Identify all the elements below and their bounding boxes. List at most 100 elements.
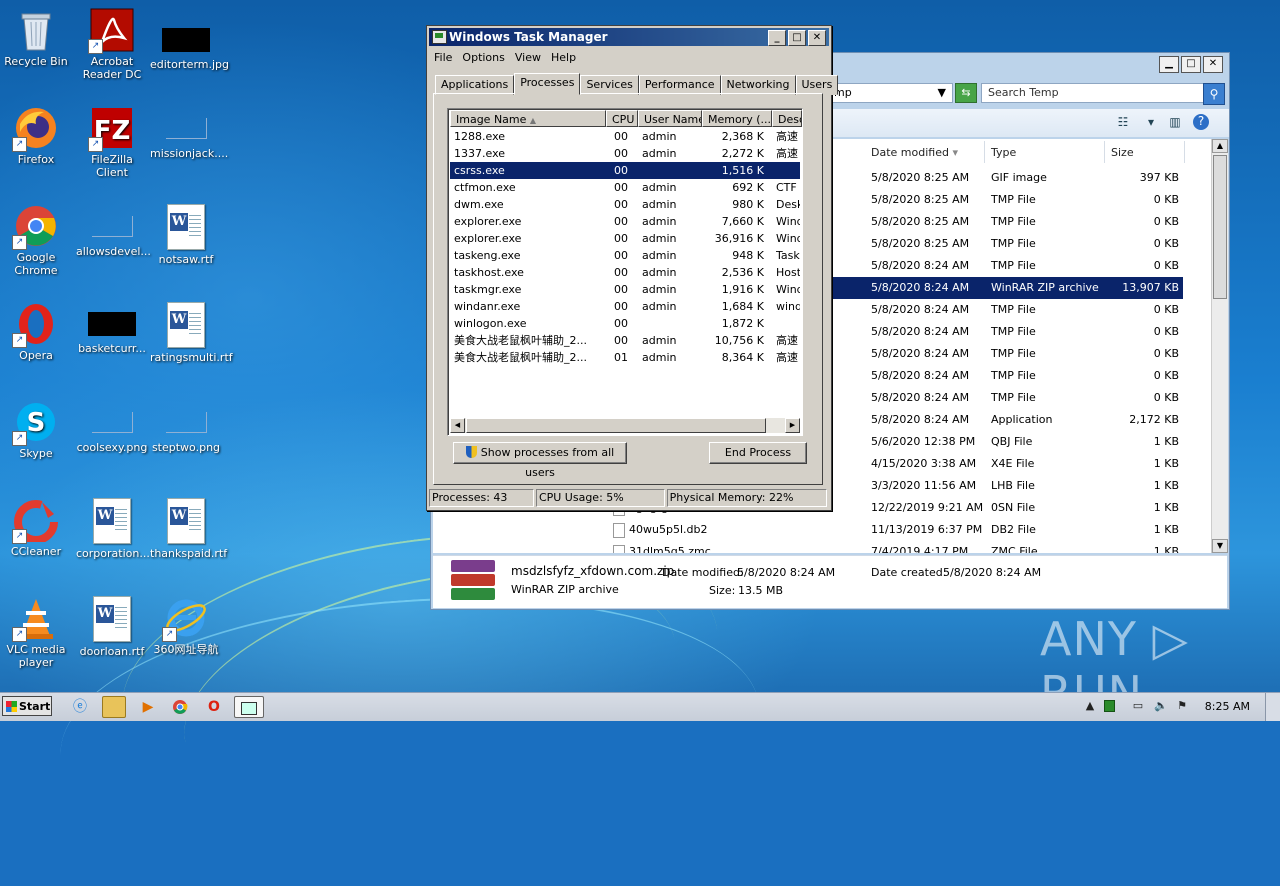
desktop-icon-steptwo[interactable]: steptwo.png [150,400,222,454]
file-row[interactable]: 5/8/2020 8:24 AM WinRAR ZIP archive 13,907… [831,277,1183,299]
search-icon[interactable]: ⚲ [1203,83,1225,105]
scroll-left-arrow-icon[interactable]: ◀ [450,418,465,433]
scrollbar-thumb[interactable] [466,418,766,433]
refresh-button[interactable]: ⇆ [955,83,977,103]
process-memory: 2,272 K [721,147,764,160]
action-center-flag-icon[interactable]: ⚑ [1176,700,1188,712]
process-row[interactable]: windanr.exe 00 admin 1,684 K wind [450,298,800,315]
tray-app-icon[interactable] [1104,700,1115,712]
task-manager-titlebar[interactable]: Windows Task Manager _ □ ✕ [429,28,829,46]
start-button[interactable]: Start [2,696,52,716]
column-header-cpu[interactable]: CPU [606,110,638,127]
desktop-icon-doorloan[interactable]: W doorloan.rtf [76,596,148,658]
process-row[interactable]: taskmgr.exe 00 admin 1,916 K Wind [450,281,800,298]
minimize-button[interactable]: _ [768,30,786,46]
tab-users[interactable]: Users [795,75,839,95]
file-row[interactable]: 40wu5p5l.db2 11/13/2019 6:37 PM DB2 File 1 … [433,519,1211,541]
chevron-down-icon[interactable]: ▾ [1143,115,1159,129]
menu-view[interactable]: View [512,49,548,67]
file-row[interactable]: 31dlm5g5.zmc 7/4/2019 4:17 PM ZMC File 1 KB [433,541,1211,553]
column-header-label: Image Name [456,113,527,126]
show-all-processes-button[interactable]: Show processes from all users [453,442,627,479]
process-row[interactable]: winlogon.exe 00 1,872 K [450,315,800,332]
breadcrumb[interactable]: mp ▼ [829,83,953,103]
desktop-icon-notsaw[interactable]: W notsaw.rtf [150,204,222,266]
end-process-button[interactable]: End Process [709,442,807,464]
tab-performance[interactable]: Performance [638,75,721,95]
desktop-icon-opera[interactable]: ↗ Opera [0,302,72,362]
minimize-button[interactable]: ▁ [1159,56,1179,73]
process-row[interactable]: ctfmon.exe 00 admin 692 K CTF l [450,179,800,196]
chevron-down-icon[interactable]: ▼ [938,84,946,102]
close-button[interactable]: ✕ [1203,56,1223,73]
search-input[interactable]: Search Temp [981,83,1205,103]
tray-network-icon[interactable]: ▭ [1132,700,1144,712]
desktop-icon-google-chrome[interactable]: ↗ Google Chrome [0,204,72,277]
process-list[interactable]: Image Name ▲ CPU User Name Memory (... D… [447,108,803,436]
tab-applications[interactable]: Applications [435,75,515,95]
process-row[interactable]: taskeng.exe 00 admin 948 K Task [450,247,800,264]
column-header-image-name[interactable]: Image Name ▲ [450,110,606,127]
close-button[interactable]: ✕ [808,30,826,46]
task-manager-window[interactable]: Windows Task Manager _ □ ✕ File Options … [426,25,839,511]
help-icon[interactable]: ? [1193,114,1209,130]
desktop-icon-missionjack[interactable]: missionjack.... [150,106,228,160]
process-row[interactable]: taskhost.exe 00 admin 2,536 K Host [450,264,800,281]
scroll-right-arrow-icon[interactable]: ▶ [785,418,800,433]
process-row[interactable]: dwm.exe 00 admin 980 K Desk [450,196,800,213]
desktop-icon-360[interactable]: ↗ 360网址导航 [150,596,222,656]
desktop-icon-coolsexy[interactable]: coolsexy.png [76,400,148,454]
process-row[interactable]: 美食大战老鼠枫叶辅助_2... 01 admin 8,364 K 高速 [450,349,800,366]
volume-icon[interactable]: 🔈 [1154,700,1168,712]
desktop-icon-thankspaid[interactable]: W thankspaid.rtf [150,498,227,560]
desktop-icon-acrobat[interactable]: ↗ Acrobat Reader DC [76,8,148,81]
desktop-icon-corporation[interactable]: W corporation... [76,498,150,560]
menu-help[interactable]: Help [548,49,583,67]
column-header-description[interactable]: Desc [772,110,802,127]
menu-options[interactable]: Options [459,49,511,67]
column-header-size[interactable]: Size [1105,141,1185,163]
desktop-icon-skype[interactable]: S ↗ Skype [0,400,72,460]
desktop-icon-ccleaner[interactable]: ↗ CCleaner [0,498,72,558]
menu-file[interactable]: File [431,49,459,67]
desktop-icon-ratingsmulti[interactable]: W ratingsmulti.rtf [150,302,233,364]
tab-processes[interactable]: Processes [514,73,581,95]
process-row[interactable]: csrss.exe 00 1,516 K [450,162,800,179]
process-row[interactable]: explorer.exe 00 admin 36,916 K Wind [450,230,800,247]
show-desktop-button[interactable] [1265,693,1280,721]
desktop-icon-allowsdevel[interactable]: allowsdevel... [76,204,151,258]
tab-services[interactable]: Services [580,75,639,95]
maximize-button[interactable]: □ [1181,56,1201,73]
process-row[interactable]: 1288.exe 00 admin 2,368 K 高速 [450,128,800,145]
scroll-up-arrow-icon[interactable]: ▲ [1212,139,1228,153]
taskbar-ie-icon[interactable]: ⓔ [68,696,92,718]
scroll-down-arrow-icon[interactable]: ▼ [1212,539,1228,553]
column-header-memory[interactable]: Memory (... [702,110,772,127]
desktop-icon-filezilla[interactable]: FZ ↗ FileZilla Client [76,106,148,179]
vertical-scrollbar[interactable]: ▲ ▼ [1211,139,1228,553]
maximize-button[interactable]: □ [788,30,806,46]
column-header-type[interactable]: Type [985,141,1105,163]
taskbar-media-player-icon[interactable]: ▶ [136,696,160,718]
desktop-icon-editorterm[interactable]: editorterm.jpg [150,8,229,71]
tab-networking[interactable]: Networking [720,75,796,95]
taskbar-chrome-icon[interactable] [168,696,192,718]
preview-pane-icon[interactable]: ▥ [1167,115,1183,129]
column-header-user-name[interactable]: User Name [638,110,702,127]
scrollbar-thumb[interactable] [1213,155,1227,299]
horizontal-scrollbar[interactable]: ◀ ▶ [450,418,800,433]
show-hidden-icons-icon[interactable]: ▲ [1084,700,1096,712]
desktop-icon-firefox[interactable]: ↗ Firefox [0,106,72,166]
process-row[interactable]: 美食大战老鼠枫叶辅助_2... 00 admin 10,756 K 高速 [450,332,800,349]
process-row[interactable]: 1337.exe 00 admin 2,272 K 高速 [450,145,800,162]
process-row[interactable]: explorer.exe 00 admin 7,660 K Wind [450,213,800,230]
taskbar-opera-icon[interactable]: O [202,696,226,718]
desktop-icon-vlc[interactable]: ↗ VLC media player [0,596,72,669]
taskbar-explorer-icon[interactable] [102,696,126,718]
desktop-icon-recycle-bin[interactable]: Recycle Bin [0,8,72,68]
view-options-icon[interactable]: ☷ [1115,115,1131,129]
taskbar-task-manager-icon[interactable] [234,696,264,718]
clock[interactable]: 8:25 AM [1205,693,1250,721]
desktop-icon-basketcurr[interactable]: basketcurr... [76,302,148,355]
column-header-date[interactable]: Date modified ▾ [865,141,985,163]
